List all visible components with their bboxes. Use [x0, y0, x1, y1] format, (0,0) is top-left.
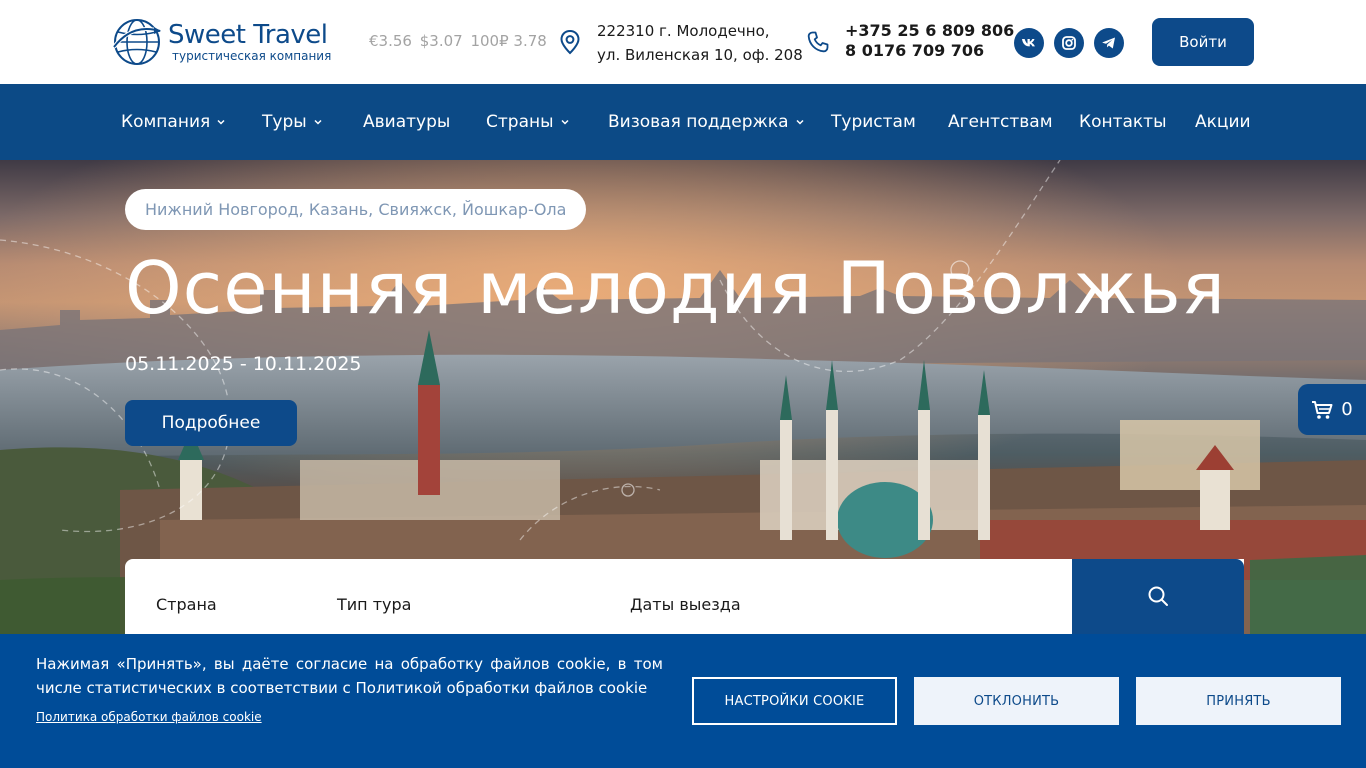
phone-landline[interactable]: 8 0176 709 706: [845, 41, 1014, 61]
logo-subtitle: туристическая компания: [172, 49, 332, 63]
nav-item-agencies[interactable]: Агентствам: [948, 110, 1053, 134]
cart-icon: [1312, 400, 1333, 419]
chevron-down-icon: [795, 119, 804, 125]
hero-title: Осенняя мелодия Поволжья: [125, 246, 1226, 330]
telegram-icon: [1102, 37, 1115, 49]
cookie-consent-text: Нажимая «Принять», вы даёте согласие на …: [36, 655, 663, 697]
office-address: 222310 г. Молодечно, ул. Виленская 10, о…: [597, 19, 803, 67]
address-line-2: ул. Виленская 10, оф. 208: [597, 46, 803, 64]
nav-item-tourists[interactable]: Туристам: [831, 110, 916, 134]
nav-item-company[interactable]: Компания: [121, 110, 226, 134]
location-pin-icon: [560, 29, 580, 55]
nav-item-label: Компания: [121, 112, 211, 132]
more-details-button[interactable]: Подробнее: [125, 400, 297, 446]
search-icon: [1148, 586, 1168, 606]
rate-usd: $3.07: [419, 32, 463, 50]
nav-item-label: Агентствам: [948, 112, 1053, 132]
vk-link[interactable]: [1014, 28, 1044, 58]
cookie-consent-bar: Нажимая «Принять», вы даёте согласие на …: [0, 634, 1366, 768]
tour-route-badge: Нижний Новгород, Казань, Свияжск, Йошкар…: [125, 189, 587, 230]
nav-item-countries[interactable]: Страны: [486, 110, 570, 134]
departure-dates-field[interactable]: Даты выезда: [630, 595, 741, 614]
globe-logo-icon: [112, 19, 161, 65]
logo[interactable]: Sweet Travel туристическая компания: [112, 16, 347, 68]
cookie-accept-button[interactable]: ПРИНЯТЬ: [1136, 677, 1341, 725]
phone-icon: [807, 31, 829, 53]
nav-item-tours[interactable]: Туры: [262, 110, 323, 134]
site-header: Sweet Travel туристическая компания €3.5…: [0, 0, 1366, 84]
cookie-policy-link[interactable]: Политика обработки файлов cookie: [36, 710, 262, 724]
tour-search-form: Страна Тип тура Даты выезда: [125, 559, 1244, 634]
address-line-1: 222310 г. Молодечно,: [597, 22, 770, 40]
main-nav: Компания Туры Авиатуры Страны Визовая по…: [0, 84, 1366, 160]
chevron-down-icon: [561, 119, 569, 125]
phone-numbers: +375 25 6 809 806 8 0176 709 706: [845, 21, 1014, 61]
nav-item-contacts[interactable]: Контакты: [1079, 110, 1167, 134]
nav-item-label: Контакты: [1079, 112, 1167, 132]
nav-item-promotions[interactable]: Акции: [1195, 110, 1251, 134]
tour-type-select[interactable]: Тип тура: [337, 595, 411, 614]
rate-rub: 100₽ 3.78: [470, 32, 547, 50]
chevron-down-icon: [314, 119, 322, 125]
rate-eur: €3.56: [369, 32, 412, 50]
nav-item-label: Туры: [262, 112, 307, 132]
country-select[interactable]: Страна: [156, 595, 217, 614]
currency-rates: €3.56 $3.07 100₽ 3.78: [369, 32, 550, 50]
chevron-down-icon: [217, 119, 225, 125]
nav-item-label: Страны: [486, 112, 554, 132]
nav-item-label: Визовая поддержка: [608, 112, 789, 132]
phone-mobile[interactable]: +375 25 6 809 806: [845, 21, 1014, 41]
nav-item-label: Акции: [1195, 112, 1251, 132]
nav-item-avia-tours[interactable]: Авиатуры: [363, 110, 450, 134]
vk-icon: [1022, 39, 1035, 47]
login-button[interactable]: Войти: [1152, 18, 1254, 66]
instagram-icon: [1062, 36, 1076, 50]
cookie-settings-button[interactable]: НАСТРОЙКИ COOKIE: [692, 677, 897, 725]
cart-count: 0: [1341, 399, 1353, 420]
tour-dates: 05.11.2025 - 10.11.2025: [125, 353, 362, 375]
cart-button[interactable]: 0: [1298, 384, 1366, 435]
instagram-link[interactable]: [1054, 28, 1084, 58]
search-button[interactable]: [1072, 559, 1244, 634]
logo-name: Sweet Travel: [168, 20, 328, 50]
nav-item-label: Авиатуры: [363, 112, 451, 132]
telegram-link[interactable]: [1094, 28, 1124, 58]
hero-banner: Нижний Новгород, Казань, Свияжск, Йошкар…: [0, 160, 1366, 634]
cookie-decline-button[interactable]: ОТКЛОНИТЬ: [914, 677, 1119, 725]
nav-item-label: Туристам: [831, 112, 916, 132]
nav-item-visa-support[interactable]: Визовая поддержка: [608, 110, 805, 134]
